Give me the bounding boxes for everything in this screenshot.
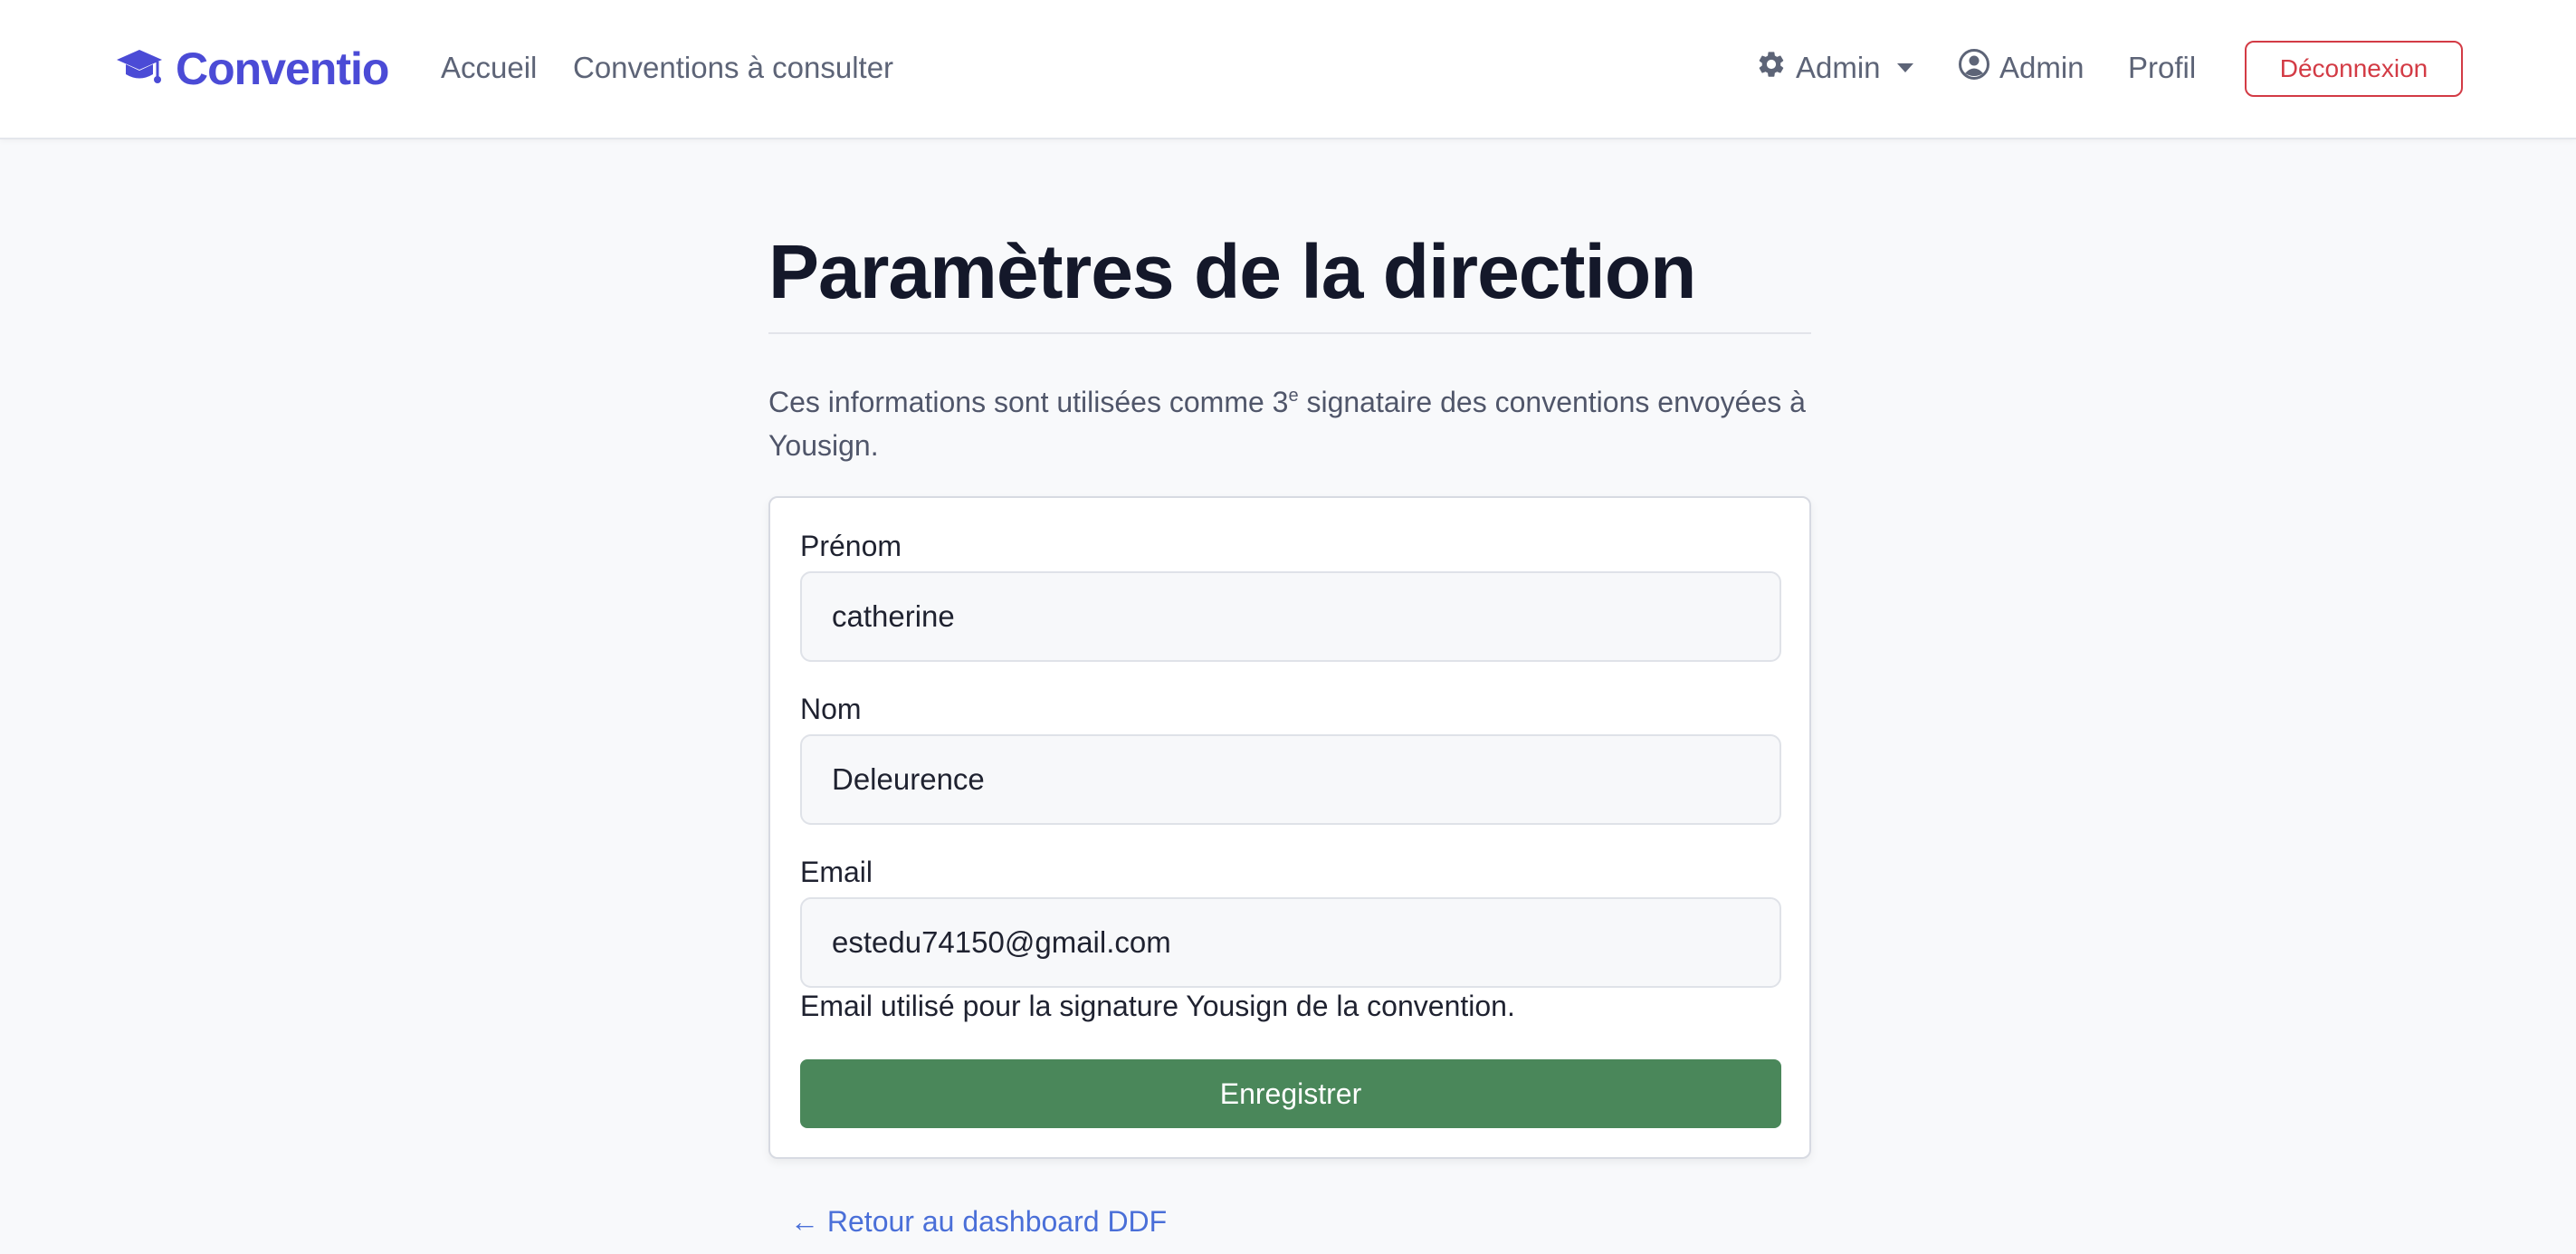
user-account-link[interactable]: Admin [1958, 45, 2085, 91]
prenom-input[interactable] [800, 571, 1781, 662]
chevron-down-icon [1896, 63, 1913, 72]
nom-input[interactable] [800, 734, 1781, 825]
brand-logo-link[interactable]: Conventio [116, 40, 389, 98]
logout-button[interactable]: Déconnexion [2245, 41, 2463, 97]
user-circle-icon [1958, 48, 1990, 88]
back-to-dashboard-link[interactable]: ← Retour au dashboard DDF [790, 1203, 1167, 1240]
email-label: Email [800, 856, 873, 888]
nom-label: Nom [800, 693, 862, 725]
intro-text-start: Ces informations sont utilisées comme 3 [768, 386, 1289, 418]
admin-dropdown-label: Admin [1796, 51, 1881, 84]
nav-link-conventions[interactable]: Conventions à consulter [573, 45, 893, 91]
save-button[interactable]: Enregistrer [800, 1059, 1781, 1128]
direction-settings-form: Prénom Nom Email Email utilisé pour la s… [768, 496, 1811, 1159]
nav-link-profil[interactable]: Profil [2128, 45, 2196, 91]
prenom-label: Prénom [800, 530, 902, 562]
page-title: Paramètres de la direction [768, 229, 1696, 314]
user-name: Admin [1999, 51, 2085, 84]
admin-dropdown-toggle[interactable]: Admin [1756, 45, 1913, 91]
email-input[interactable] [800, 897, 1781, 988]
email-help-text: Email utilisé pour la signature Yousign … [800, 990, 1515, 1022]
graduation-cap-icon [116, 46, 163, 92]
gear-icon [1756, 49, 1787, 87]
nav-link-accueil[interactable]: Accueil [441, 45, 537, 91]
intro-superscript: e [1288, 386, 1299, 406]
brand-name: Conventio [176, 43, 389, 94]
page-intro: Ces informations sont utilisées comme 3e… [768, 380, 1811, 467]
title-divider [768, 332, 1811, 334]
top-navbar: Conventio Accueil Conventions à consulte… [0, 0, 2576, 139]
